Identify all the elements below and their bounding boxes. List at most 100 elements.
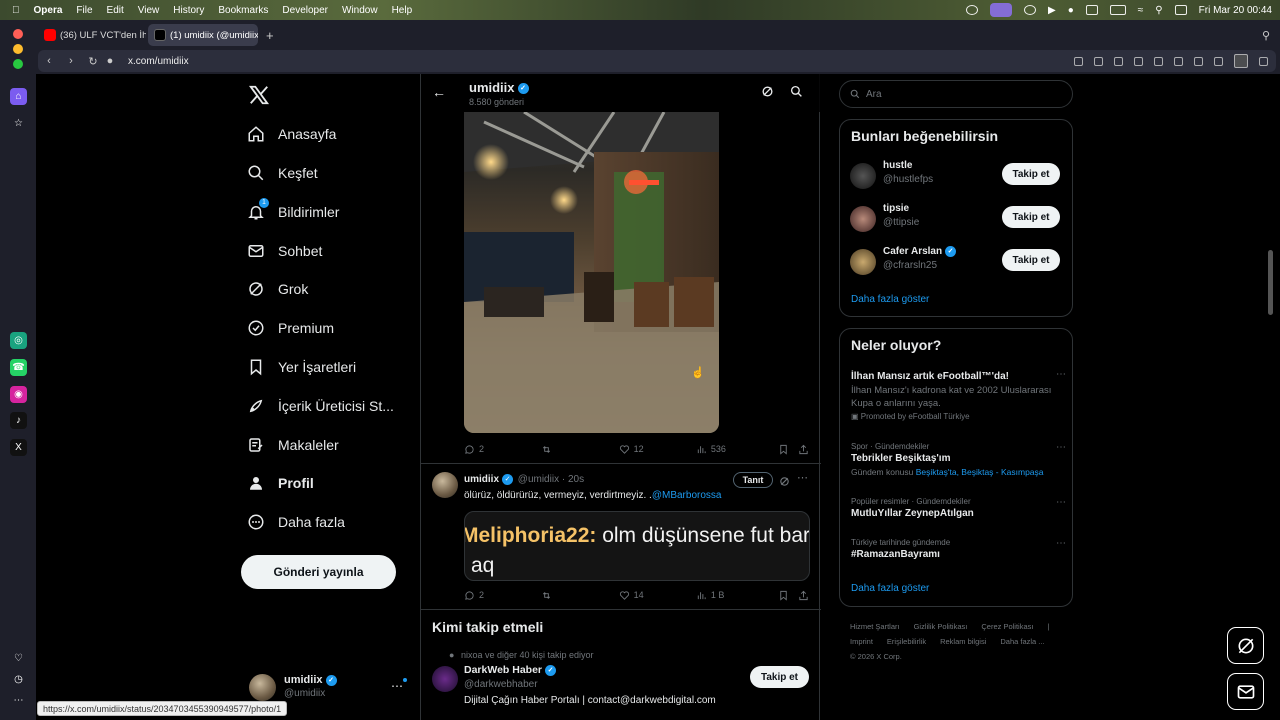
more-dots-icon[interactable]: ⋯ bbox=[1056, 497, 1066, 508]
share-button[interactable] bbox=[798, 590, 809, 601]
star-icon[interactable]: ☆ bbox=[10, 115, 27, 132]
avatar[interactable] bbox=[432, 666, 458, 692]
retweet-button[interactable] bbox=[541, 444, 618, 455]
menu-help[interactable]: Help bbox=[392, 5, 413, 16]
more-dots-icon[interactable]: ⋯ bbox=[391, 679, 403, 693]
suggested-user-name[interactable]: DarkWeb Haber bbox=[464, 664, 542, 676]
grok-icon[interactable] bbox=[761, 85, 774, 98]
user-icon[interactable]: ● bbox=[1068, 5, 1074, 16]
battery-icon[interactable] bbox=[1109, 5, 1126, 15]
menu-window[interactable]: Window bbox=[342, 5, 378, 16]
menu-history[interactable]: History bbox=[173, 5, 204, 16]
tab-x-profile[interactable]: (1) umidiix (@umidiix) / X bbox=[148, 24, 258, 46]
more-dots-icon[interactable]: ⋯ bbox=[1056, 442, 1066, 453]
nav-bookmarks[interactable]: Yer İşaretleri bbox=[246, 352, 356, 382]
clock-text[interactable]: Fri Mar 20 00:44 bbox=[1199, 5, 1272, 16]
nav-home[interactable]: Anasayfa bbox=[246, 119, 336, 149]
chatgpt-icon[interactable]: ◎ bbox=[10, 332, 27, 349]
nav-articles[interactable]: Makaleler bbox=[246, 430, 339, 460]
tweet-author-handle[interactable]: @umidiix bbox=[518, 474, 559, 485]
extension-icon[interactable] bbox=[1234, 54, 1248, 68]
account-switcher[interactable]: umidiix ✓ @umidiix ⋯ bbox=[246, 671, 407, 705]
more-dots-icon[interactable]: ⋯ bbox=[1056, 538, 1066, 549]
shield-icon[interactable] bbox=[1114, 56, 1123, 66]
search-input[interactable]: Ara bbox=[839, 80, 1073, 108]
trend-item[interactable]: İlhan Mansız artık eFootball™'da! İlhan … bbox=[851, 369, 1066, 421]
tweet-photo[interactable]: ☝ bbox=[464, 112, 719, 433]
post-button[interactable]: Gönderi yayınla bbox=[241, 555, 396, 589]
follow-button[interactable]: Takip et bbox=[1002, 206, 1060, 228]
nav-more[interactable]: Daha fazla bbox=[246, 507, 345, 537]
more-dots-icon[interactable]: ⋯ bbox=[1056, 369, 1066, 380]
menu-app-name[interactable]: Opera bbox=[34, 5, 63, 16]
like-button[interactable]: 12 bbox=[619, 444, 696, 455]
share-icon[interactable] bbox=[1074, 56, 1083, 66]
suggestion-row[interactable]: hustle @hustlefps Takip et bbox=[850, 159, 1065, 191]
footer-link[interactable]: Hizmet Şartları bbox=[850, 622, 900, 631]
status-app-icon[interactable] bbox=[966, 5, 979, 15]
bookmark-button[interactable] bbox=[778, 590, 798, 601]
home-icon[interactable]: ⌂ bbox=[10, 88, 27, 105]
trend-item[interactable]: Spor · Gündemdekiler Tebrikler Beşiktaş'… bbox=[851, 442, 1066, 477]
views-button[interactable]: 1 B bbox=[696, 590, 775, 601]
nav-profile[interactable]: Profil bbox=[246, 468, 314, 498]
minimize-window-button[interactable] bbox=[13, 44, 23, 54]
more-dots-icon[interactable]: ⋯ bbox=[797, 471, 808, 484]
camera-icon[interactable] bbox=[1094, 56, 1103, 66]
nav-chat[interactable]: Sohbet bbox=[246, 236, 322, 266]
zoom-window-button[interactable] bbox=[13, 59, 23, 69]
tweet-time[interactable]: 20s bbox=[568, 474, 584, 485]
forward-icon[interactable]: › bbox=[60, 55, 82, 67]
wifi-icon[interactable]: ≈ bbox=[1138, 5, 1144, 16]
reply-button[interactable]: 2 bbox=[464, 590, 541, 601]
instagram-icon[interactable]: ◉ bbox=[10, 386, 27, 403]
footer-link[interactable]: Daha fazla ... bbox=[1000, 637, 1044, 646]
bookmark-button[interactable] bbox=[778, 444, 798, 455]
back-arrow-icon[interactable]: ← bbox=[432, 84, 446, 100]
spotlight-icon[interactable]: ⚲ bbox=[1155, 5, 1162, 16]
x-icon[interactable]: X bbox=[10, 439, 27, 456]
follow-button[interactable]: Takip et bbox=[1002, 249, 1060, 271]
footer-link[interactable]: Reklam bilgisi bbox=[940, 637, 986, 646]
grok-fab[interactable] bbox=[1227, 627, 1264, 664]
promote-button[interactable]: Tanıt bbox=[733, 472, 773, 488]
search-tabs-icon[interactable]: ⚲ bbox=[1262, 29, 1270, 42]
retweet-button[interactable] bbox=[541, 590, 618, 601]
more-icon[interactable]: ⋯ bbox=[10, 692, 27, 709]
heart-icon[interactable]: ♡ bbox=[10, 650, 27, 667]
nav-grok[interactable]: Grok bbox=[246, 274, 308, 304]
nav-premium[interactable]: Premium bbox=[246, 313, 334, 343]
x-logo-icon[interactable] bbox=[248, 84, 270, 106]
heart-icon[interactable] bbox=[1174, 56, 1183, 66]
whatsapp-icon[interactable]: ☎ bbox=[10, 359, 27, 376]
footer-link[interactable]: Imprint bbox=[850, 637, 873, 646]
messages-fab[interactable] bbox=[1227, 673, 1264, 710]
menu-icon[interactable] bbox=[1214, 56, 1223, 66]
nav-creator-studio[interactable]: İçerik Üreticisi St... bbox=[246, 391, 394, 421]
like-button[interactable]: 14 bbox=[619, 590, 696, 601]
url-text[interactable]: x.com/umidiix bbox=[128, 56, 189, 67]
menu-developer[interactable]: Developer bbox=[282, 5, 328, 16]
back-icon[interactable]: ‹ bbox=[38, 55, 60, 67]
menu-file[interactable]: File bbox=[76, 5, 92, 16]
suggestion-row[interactable]: tipsie @ttipsie Takip et bbox=[850, 202, 1065, 234]
show-more-link[interactable]: Daha fazla göster bbox=[851, 294, 929, 305]
player-icon[interactable] bbox=[1154, 56, 1163, 66]
vpn-icon[interactable] bbox=[1134, 56, 1143, 66]
nav-explore[interactable]: Keşfet bbox=[246, 158, 318, 188]
close-window-button[interactable] bbox=[13, 29, 23, 39]
download-icon[interactable] bbox=[1194, 56, 1203, 66]
status-screen-icon[interactable] bbox=[990, 3, 1013, 17]
trend-related-links[interactable]: Beşiktaş'ta, Beşiktaş - Kasımpaşa bbox=[916, 467, 1044, 477]
display-icon[interactable] bbox=[1085, 5, 1098, 15]
follow-button[interactable]: Takip et bbox=[1002, 163, 1060, 185]
reload-icon[interactable]: ↻ bbox=[82, 55, 104, 68]
tweet-author-name[interactable]: umidiix bbox=[464, 474, 499, 485]
suggestion-row[interactable]: Cafer Arslan ✓ @cfrarsln25 Takip et bbox=[850, 245, 1065, 277]
history-icon[interactable]: ◷ bbox=[10, 671, 27, 688]
footer-link[interactable]: Erişilebilirlik bbox=[887, 637, 926, 646]
suggested-user-handle[interactable]: @darkwebhaber bbox=[464, 679, 538, 690]
footer-link[interactable]: Gizlilik Politikası bbox=[914, 622, 968, 631]
grok-icon[interactable] bbox=[779, 474, 790, 486]
menu-edit[interactable]: Edit bbox=[107, 5, 124, 16]
